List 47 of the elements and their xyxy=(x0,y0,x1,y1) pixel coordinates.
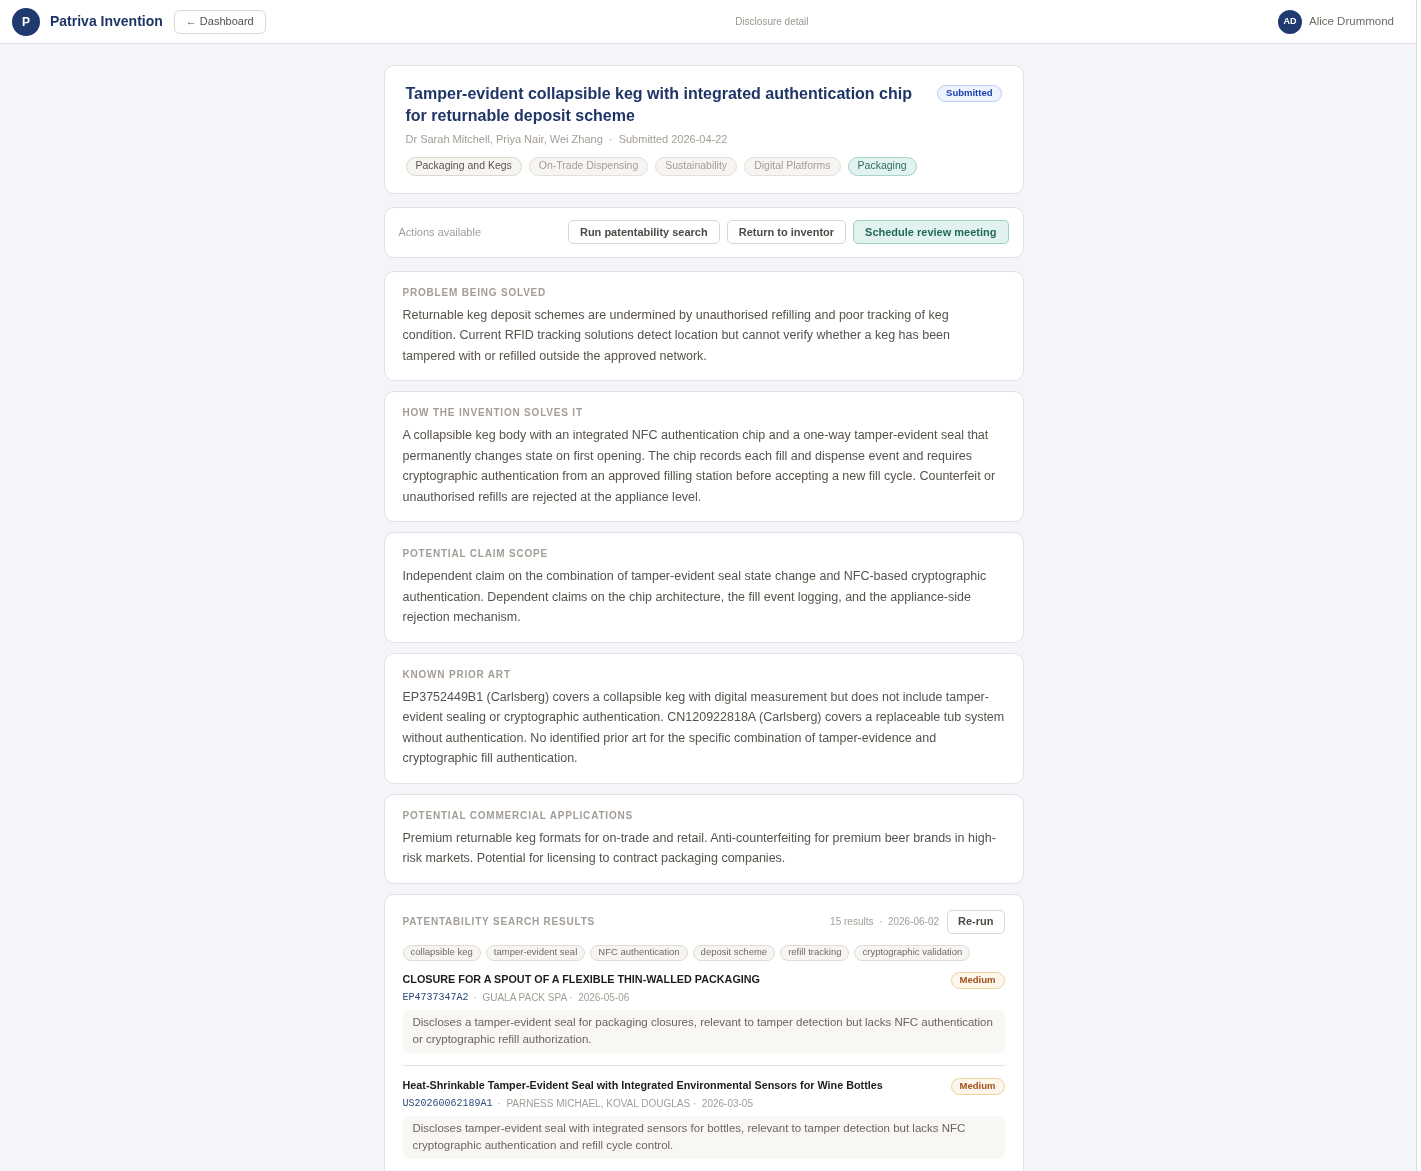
page-title: Disclosure detail xyxy=(735,15,809,29)
results-summary: 15 results · 2026-06-02 xyxy=(830,915,940,929)
keyword-tag: tamper-evident seal xyxy=(485,944,586,961)
section-heading: KNOWN PRIOR ART xyxy=(402,667,512,682)
section-heading: POTENTIAL CLAIM SCOPE xyxy=(402,547,549,561)
user-name: Alice Drummond xyxy=(1309,13,1394,29)
actions-label: Actions available xyxy=(398,224,482,240)
keyword-tag: refill tracking xyxy=(780,944,850,961)
result-summary: Discloses tamper-evident seal with integrated sensors for bottles, relevant to tamper detection but lacks NFC cryptographic authentication and refill cycle control. xyxy=(402,1115,1005,1159)
logo-icon: P xyxy=(12,7,40,36)
disclosure-meta: Dr Sarah Mitchell, Priya Nair, Wei Zhang · Submitted 2026-04-22 xyxy=(405,132,729,147)
category-tag: Packaging xyxy=(847,156,917,176)
section-heading: HOW THE INVENTION SOLVES IT xyxy=(402,406,584,420)
back-button[interactable]: ← Dashboard xyxy=(173,9,266,34)
disclosure-title: Tamper-evident collapsible keg with integrated authentication chip for returnable deposit scheme xyxy=(405,84,913,126)
keyword-tag: cryptographic validation xyxy=(854,944,971,961)
category-tag: On-Trade Dispensing xyxy=(528,156,649,176)
rerun-button[interactable]: Re-run xyxy=(947,909,1005,934)
result-title: CLOSURE FOR A SPOUT OF A FLEXIBLE THIN-WALLED PACKAGING xyxy=(402,971,760,987)
relevance-badge: Medium xyxy=(950,1077,1005,1095)
category-tag: Packaging and Kegs xyxy=(405,156,522,176)
patent-number[interactable]: EP4737347A2 xyxy=(402,989,469,1005)
result-summary: Discloses a tamper-evident seal for packaging closures, relevant to tamper detection but lacks NFC authentication or cryptographic refill authorization. xyxy=(402,1009,1005,1053)
result-meta: · GUALA PACK SPA · 2026-05-06 xyxy=(473,990,630,1005)
keyword-tag: collapsible keg xyxy=(402,944,481,961)
section-heading: PROBLEM BEING SOLVED xyxy=(402,285,548,300)
result-meta: · PARNESS MICHAEL, KOVAL DOUGLAS · 2026-03-05 xyxy=(497,1096,753,1111)
category-tag: Sustainability xyxy=(655,156,738,176)
category-tag: Digital Platforms xyxy=(744,156,841,176)
section-heading: POTENTIAL COMMERCIAL APPLICATIONS xyxy=(402,808,634,823)
section-text: EP3752449B1 (Carlsberg) covers a collapsible keg with digital measurement but does not include tamper-evident sealing or cryptographic authentication. CN120922818A (Carlsberg) covers a replaceable tub system without authentication. No identified prior art for the specific combination of tamper-evidence and cryptographic fill authentication. xyxy=(402,688,1005,767)
section-heading: PATENTABILITY SEARCH RESULTS xyxy=(402,915,596,929)
section-text: Premium returnable keg formats for on-trade and retail. Anti-counterfeiting for premium beer brands in high-risk markets. Potential for licensing to contract packaging companies. xyxy=(402,829,997,867)
action-button[interactable]: Return to inventor xyxy=(726,220,847,244)
app-name: Patriva Invention xyxy=(50,12,163,31)
status-badge: Submitted xyxy=(937,85,1002,102)
action-button[interactable]: Schedule review meeting xyxy=(853,220,1009,244)
section-text: Returnable keg deposit schemes are undermined by unauthorised refilling and poor tracking of keg condition. Current RFID tracking solutions detect location but cannot verify whether a keg has been tampered with or refilled outside the approved network. xyxy=(402,306,952,365)
relevance-badge: Medium xyxy=(950,971,1005,989)
patent-number[interactable]: US20260062189A1 xyxy=(402,1095,493,1111)
action-button[interactable]: Run patentability search xyxy=(567,220,720,244)
user-avatar: AD xyxy=(1278,9,1302,34)
keyword-tag: deposit scheme xyxy=(692,944,776,961)
section-text: Independent claim on the combination of tamper-evident seal state change and NFC-based cryptographic authentication. Dependent claims on the chip architecture, the fill event logging, and the appliance-side rejection mechanism. xyxy=(402,568,988,626)
section-text: A collapsible keg body with an integrated NFC authentication chip and a one-way tamper-evident seal that permanently changes state on first opening. The chip records each fill and dispense event and requires cryptographic authentication from an approved filling station before accepting a new fill cycle. Counterfeit or unauthorised refills are rejected at the appliance level. xyxy=(402,427,997,506)
result-title: Heat-Shrinkable Tamper-Evident Seal with Integrated Environmental Sensors for Wine Bottles xyxy=(402,1077,883,1093)
keyword-tag: NFC authentication xyxy=(590,944,688,961)
